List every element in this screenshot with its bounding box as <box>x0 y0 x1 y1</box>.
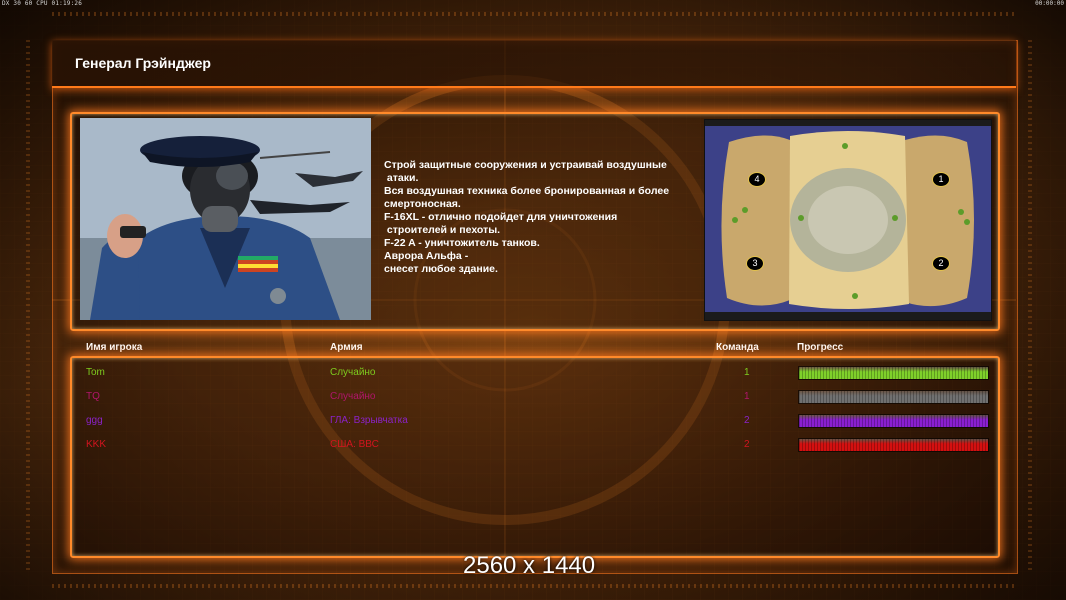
progress-column-header: Прогресс <box>797 342 844 353</box>
players-table-panel <box>70 356 1000 558</box>
player-name: KKK <box>86 439 107 450</box>
player-name: Tom <box>86 367 105 378</box>
loading-progress-bar <box>798 414 989 428</box>
player-army: Случайно <box>330 391 376 402</box>
briefing-line: снесет любое здание. <box>384 263 498 275</box>
briefing-line: Вся воздушная техника более бронированна… <box>384 185 670 197</box>
general-name-title: Генерал Грэйнджер <box>75 55 211 71</box>
start-position-marker: 3 <box>746 256 764 271</box>
timer-overlay: 00:00:00 <box>1035 0 1064 7</box>
player-army: США: ВВС <box>330 439 379 450</box>
general-portrait <box>80 118 371 320</box>
start-position-marker: 4 <box>748 172 766 187</box>
loading-progress-bar <box>798 366 989 380</box>
briefing-line: F-16XL - отлично подойдет для уничтожени… <box>384 211 618 223</box>
army-column-header: Армия <box>330 342 363 353</box>
loading-progress-bar <box>798 438 989 452</box>
briefing-line: атаки. <box>384 172 419 184</box>
player-team: 1 <box>744 391 750 402</box>
player-name: ggg <box>86 415 103 426</box>
briefing-line: строителей и пехоты. <box>384 224 501 236</box>
player-name-column-header: Имя игрока <box>86 342 143 353</box>
start-position-marker: 2 <box>932 256 950 271</box>
player-army: ГЛА: Взрывчатка <box>330 415 408 426</box>
player-name: TQ <box>86 391 100 402</box>
player-team: 1 <box>744 367 750 378</box>
briefing-line: Аврора Альфа - <box>384 250 469 262</box>
briefing-line: F-22 A - уничтожитель танков. <box>384 237 540 249</box>
team-column-header: Команда <box>716 342 759 353</box>
briefing-line: смертоносная. <box>384 198 461 210</box>
briefing-line: Строй защитные сооружения и устраивай во… <box>384 159 667 171</box>
general-briefing-text: Строй защитные сооружения и устраивай во… <box>384 159 704 276</box>
player-team: 2 <box>744 439 750 450</box>
map-preview: 4 1 3 2 <box>704 119 992 321</box>
fps-overlay: DX 30 60 CPU 01:19:26 <box>2 0 83 7</box>
start-position-marker: 1 <box>932 172 950 187</box>
resolution-label: 2560 x 1440 <box>463 552 596 579</box>
player-team: 2 <box>744 415 750 426</box>
player-army: Случайно <box>330 367 376 378</box>
loading-progress-bar <box>798 390 989 404</box>
